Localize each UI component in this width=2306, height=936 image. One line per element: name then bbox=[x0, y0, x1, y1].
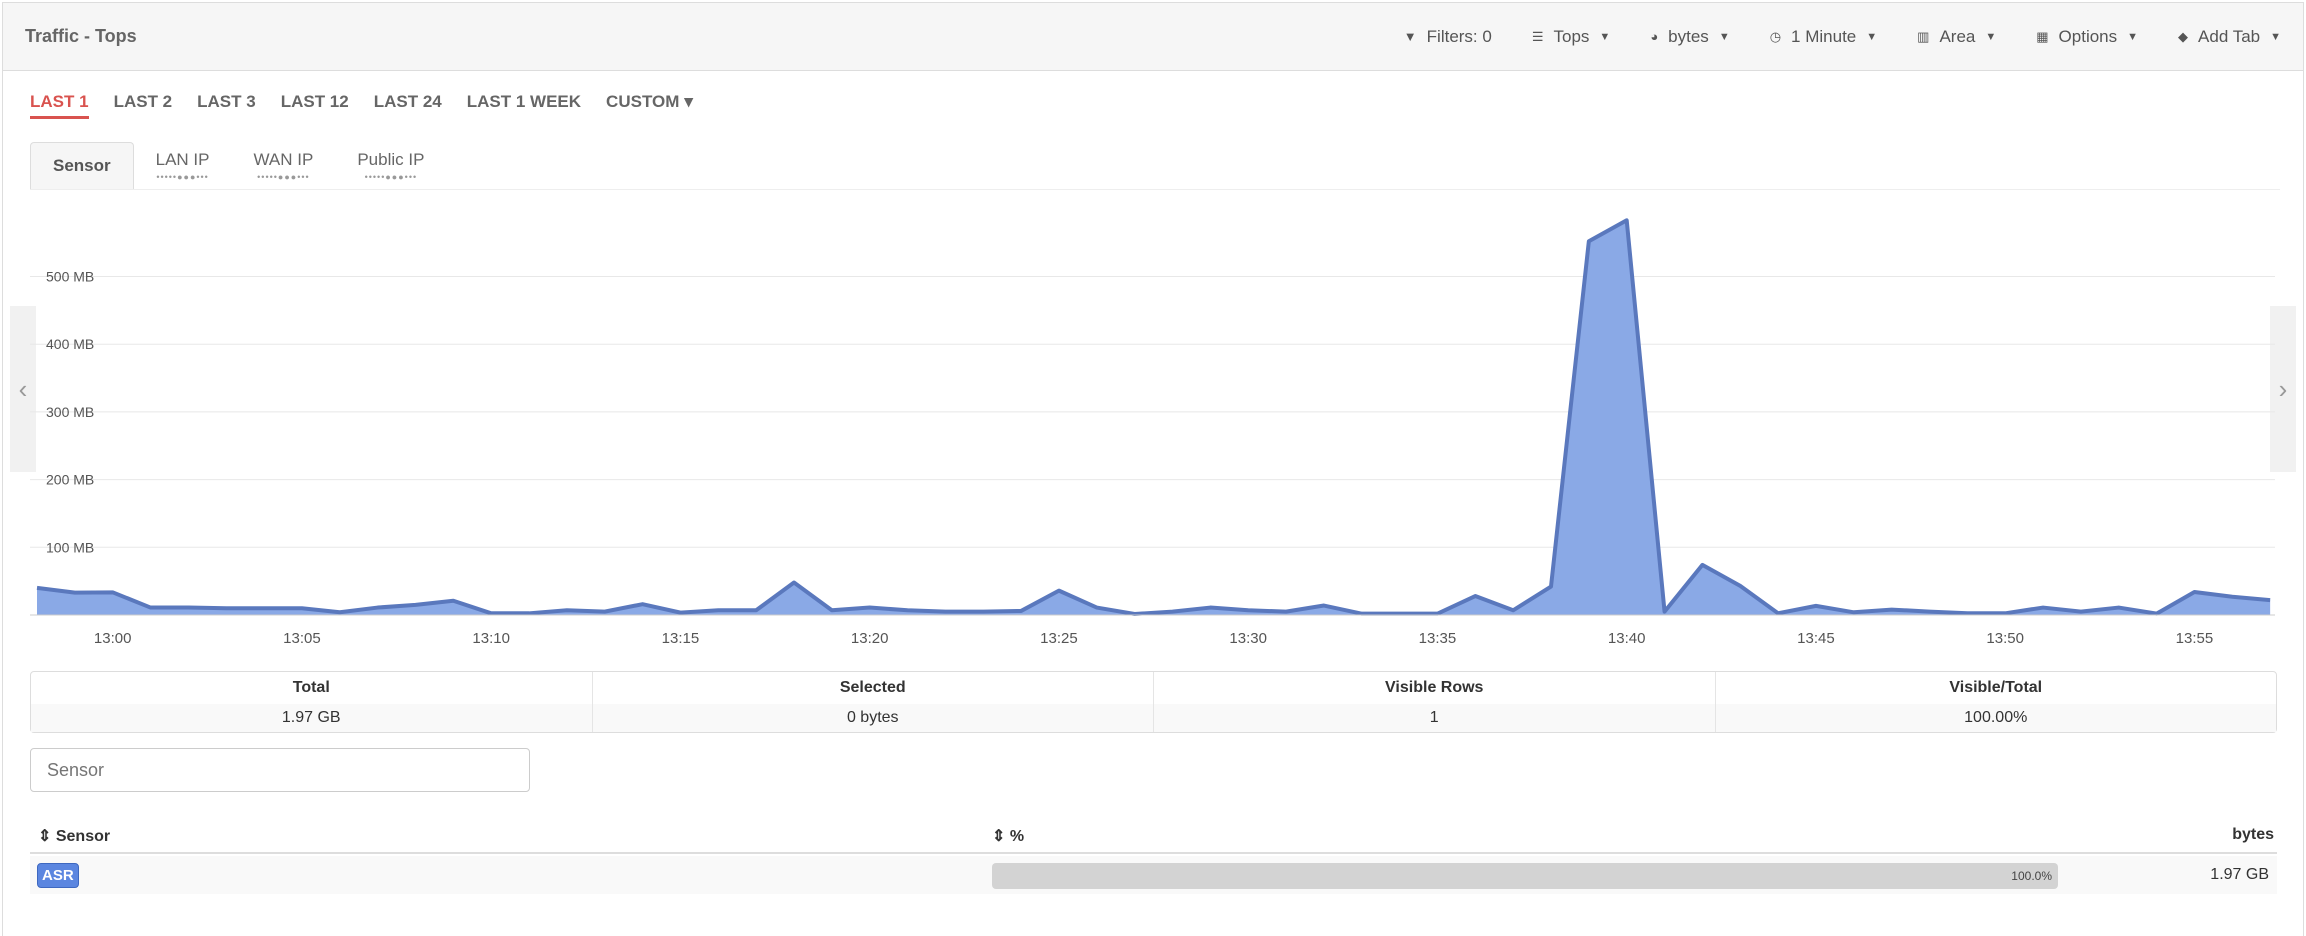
summary-label: Visible/Total bbox=[1949, 679, 2043, 696]
y-tick-label: 400 MB bbox=[46, 336, 94, 352]
summary-value: 1.97 GB bbox=[31, 704, 592, 732]
summary-label: Selected bbox=[839, 679, 906, 696]
summary-selected: Selected 0 bytes bbox=[592, 672, 1154, 732]
x-tick-label: 13:15 bbox=[662, 630, 700, 647]
summary-total: Total 1.97 GB bbox=[31, 672, 593, 732]
column-header-sensor[interactable]: ⇕ Sensor bbox=[38, 826, 110, 846]
summary-value: 1 bbox=[1154, 704, 1715, 732]
summary-value: 100.00% bbox=[1715, 704, 2276, 732]
x-tick-label: 13:25 bbox=[1040, 630, 1078, 647]
x-tick-label: 13:10 bbox=[472, 630, 510, 647]
x-tick-label: 13:30 bbox=[1229, 630, 1267, 647]
x-tick-label: 13:55 bbox=[2176, 630, 2214, 647]
x-tick-label: 13:00 bbox=[94, 630, 132, 647]
x-tick-label: 13:50 bbox=[1986, 630, 2024, 647]
summary-label: Total bbox=[292, 679, 330, 696]
sort-icon: ⇕ bbox=[992, 828, 1006, 845]
x-tick-label: 13:20 bbox=[851, 630, 889, 647]
column-header-bytes[interactable]: bytes bbox=[2232, 826, 2274, 844]
y-tick-label: 500 MB bbox=[46, 269, 94, 285]
x-tick-label: 13:45 bbox=[1797, 630, 1835, 647]
percent-bar: 100.0% bbox=[992, 863, 2058, 889]
traffic-chart: 100 MB 200 MB 300 MB 400 MB 500 MB 13:00 13:05… bbox=[30, 218, 2275, 647]
summary-value: 0 bytes bbox=[592, 704, 1153, 732]
area-fill bbox=[37, 220, 2271, 615]
summary-visible-total: Visible/Total 100.00% bbox=[1715, 672, 2276, 732]
y-tick-label: 200 MB bbox=[46, 472, 94, 488]
column-label: % bbox=[1009, 828, 1025, 845]
bytes-value: 1.97 GB bbox=[2210, 866, 2269, 883]
y-tick-label: 300 MB bbox=[46, 404, 94, 420]
summary-visible-rows: Visible Rows 1 bbox=[1154, 672, 1716, 732]
sensor-badge[interactable]: ASR bbox=[37, 863, 79, 888]
area-line bbox=[36, 218, 2271, 616]
summary-table: Total 1.97 GB Selected 0 bytes Visible Row… bbox=[30, 671, 2277, 733]
summary-label: Visible Rows bbox=[1385, 679, 1484, 696]
sensor-filter-input[interactable] bbox=[30, 748, 530, 792]
percent-label: 100.0% bbox=[2011, 869, 2052, 883]
x-tick-label: 13:40 bbox=[1608, 630, 1646, 647]
column-label: Sensor bbox=[55, 828, 111, 845]
table-row[interactable]: ASR 100.0% 1.97 GB bbox=[30, 856, 2277, 894]
y-tick-label: 100 MB bbox=[46, 539, 94, 555]
x-tick-label: 13:05 bbox=[283, 630, 321, 647]
sort-icon: ⇕ bbox=[38, 828, 52, 845]
column-header-percent[interactable]: ⇕ % bbox=[992, 826, 1024, 846]
x-tick-label: 13:35 bbox=[1419, 630, 1457, 647]
table-header-divider bbox=[30, 852, 2277, 854]
